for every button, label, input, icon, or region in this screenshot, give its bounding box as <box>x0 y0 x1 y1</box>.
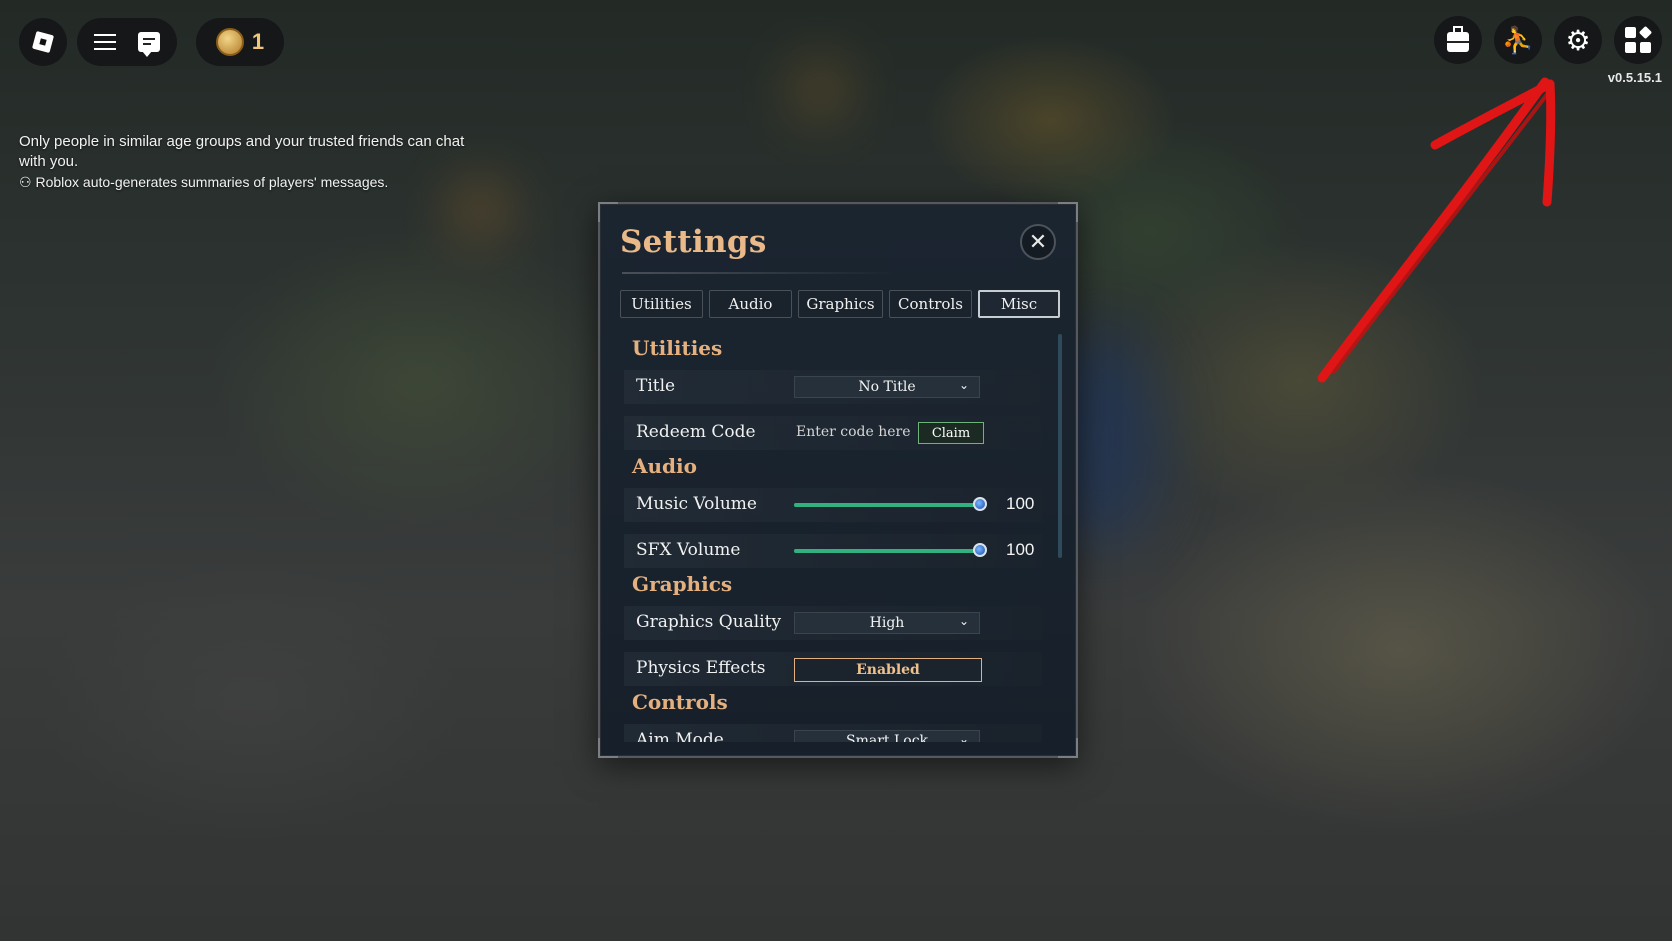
setting-label: Music Volume <box>636 494 757 514</box>
backpack-icon <box>1447 26 1469 52</box>
inventory-button[interactable] <box>1434 16 1482 64</box>
music-volume-value: 100 <box>1006 494 1035 513</box>
chevron-down-icon: ⌄ <box>958 378 969 392</box>
close-icon: ✕ <box>1028 229 1048 255</box>
people-icon: ⚇ <box>19 174 32 190</box>
settings-title: Settings <box>620 224 767 260</box>
coin-icon <box>215 28 244 56</box>
frame-corner <box>1058 738 1078 758</box>
coin-counter: 1 <box>196 18 284 66</box>
roblox-menu-button[interactable] <box>19 18 67 66</box>
settings-button[interactable]: ⚙ <box>1554 16 1602 64</box>
background-lamp <box>800 70 840 110</box>
background-torch <box>460 190 500 230</box>
music-volume-slider[interactable] <box>794 497 987 511</box>
coin-count: 1 <box>251 29 265 54</box>
physics-effects-toggle[interactable]: Enabled <box>794 658 982 682</box>
code-input[interactable]: Enter code here <box>796 424 911 440</box>
dropdown-value: No Title <box>858 379 916 395</box>
setting-graphics-quality-row: Graphics Quality High ⌄ <box>624 606 1042 640</box>
menu-chat-group <box>77 18 177 66</box>
chat-icon[interactable] <box>138 32 160 57</box>
dancing-figure-icon: ⛹ <box>1501 24 1535 55</box>
claim-button[interactable]: Claim <box>918 422 984 444</box>
gear-icon: ⚙ <box>1565 24 1591 56</box>
tab-misc[interactable]: Misc <box>978 290 1060 318</box>
setting-label: Aim Mode <box>636 730 724 742</box>
setting-sfx-row: SFX Volume 100 <box>624 534 1042 568</box>
setting-label: Redeem Code <box>636 422 756 442</box>
version-label: v0.5.15.1 <box>1607 70 1662 85</box>
slider-fill <box>794 503 980 507</box>
chat-notice: Only people in similar age groups and yo… <box>19 132 469 192</box>
section-utilities: Utilities <box>632 336 723 360</box>
emotes-button[interactable]: ⛹ <box>1494 16 1542 64</box>
dropdown-value: High <box>869 615 905 631</box>
title-divider <box>622 272 892 274</box>
setting-label: Title <box>636 376 676 396</box>
frame-corner <box>1058 202 1078 222</box>
slider-knob[interactable] <box>973 543 987 557</box>
apps-button[interactable] <box>1614 16 1662 64</box>
frame-corner <box>598 202 618 222</box>
tab-controls[interactable]: Controls <box>889 290 972 318</box>
frame-corner <box>598 738 618 758</box>
slider-knob[interactable] <box>973 497 987 511</box>
setting-title-row: Title No Title ⌄ <box>624 370 1042 404</box>
setting-aim-row: Aim Mode Smart Lock ⌄ <box>624 724 1042 742</box>
setting-label: Graphics Quality <box>636 612 782 632</box>
tab-graphics[interactable]: Graphics <box>798 290 883 318</box>
chat-notice-summary: ⚇ Roblox auto-generates summaries of pla… <box>19 172 469 192</box>
sfx-volume-value: 100 <box>1006 540 1035 559</box>
setting-physics-row: Physics Effects Enabled <box>624 652 1042 686</box>
setting-label: SFX Volume <box>636 540 741 560</box>
dropdown-value: Smart Lock <box>845 733 929 742</box>
roblox-logo-icon <box>31 30 55 54</box>
sfx-volume-slider[interactable] <box>794 543 987 557</box>
title-dropdown[interactable]: No Title ⌄ <box>794 376 980 398</box>
settings-panel: Settings ✕ Utilities Audio Graphics Cont… <box>598 202 1078 758</box>
aim-mode-dropdown[interactable]: Smart Lock ⌄ <box>794 730 980 742</box>
settings-content: Utilities Title No Title ⌄ Redeem Code E… <box>620 332 1042 742</box>
chevron-down-icon: ⌄ <box>958 614 969 628</box>
setting-label: Physics Effects <box>636 658 766 678</box>
setting-music-row: Music Volume 100 <box>624 488 1042 522</box>
grid-icon <box>1625 25 1653 53</box>
chevron-down-icon: ⌄ <box>958 732 969 742</box>
tab-utilities[interactable]: Utilities <box>620 290 703 318</box>
section-graphics: Graphics <box>632 572 733 596</box>
graphics-quality-dropdown[interactable]: High ⌄ <box>794 612 980 634</box>
hamburger-menu-icon[interactable] <box>94 34 116 50</box>
scrollbar[interactable] <box>1058 334 1062 558</box>
slider-fill <box>794 549 980 553</box>
setting-redeem-row: Redeem Code Enter code here Claim <box>624 416 1042 450</box>
chat-notice-line2: Roblox auto-generates summaries of playe… <box>35 174 389 190</box>
section-controls: Controls <box>632 690 728 714</box>
section-audio: Audio <box>632 454 697 478</box>
chat-notice-line1: Only people in similar age groups and yo… <box>19 133 465 170</box>
close-button[interactable]: ✕ <box>1020 224 1056 260</box>
settings-tabs: Utilities Audio Graphics Controls Misc <box>620 290 1060 318</box>
tab-audio[interactable]: Audio <box>709 290 792 318</box>
